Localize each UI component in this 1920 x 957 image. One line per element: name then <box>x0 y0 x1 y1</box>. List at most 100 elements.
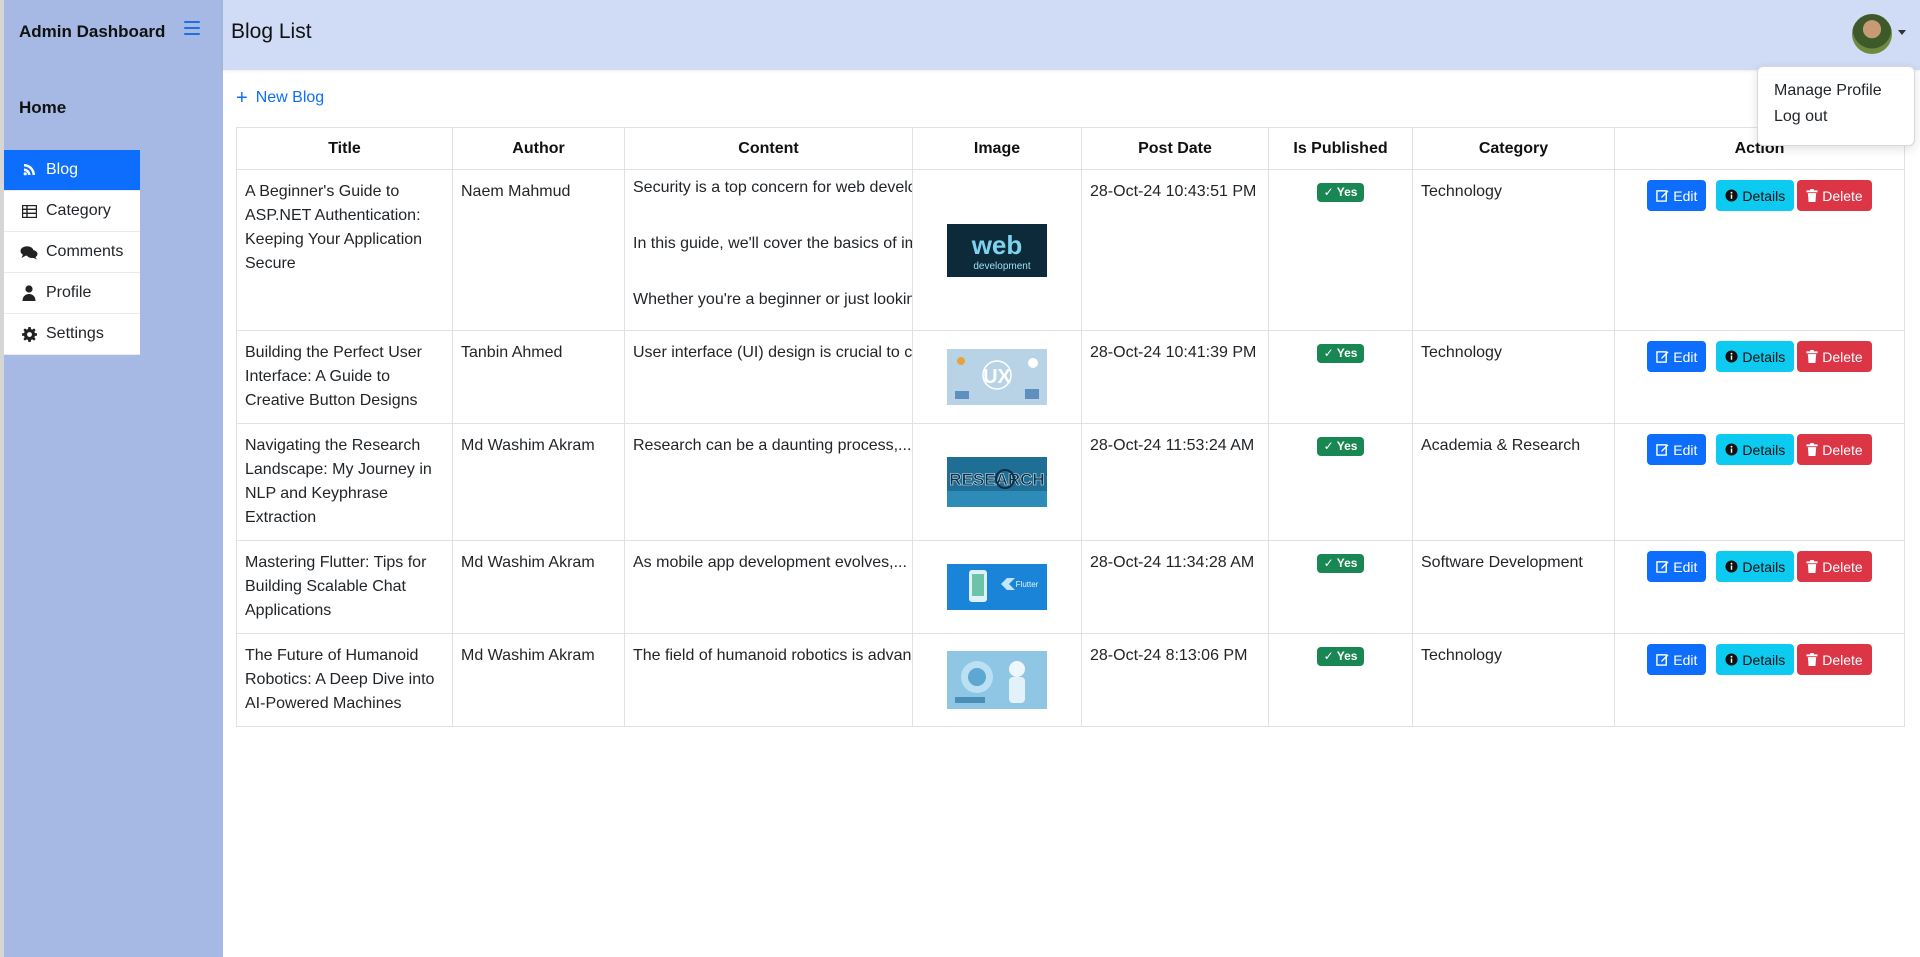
sidebar-item-comments[interactable]: Comments <box>4 232 140 273</box>
svg-text:UX: UX <box>983 366 1011 388</box>
svg-text:Flutter: Flutter <box>1016 580 1039 589</box>
sidebar-home-link[interactable]: Home <box>19 98 66 118</box>
sidebar-item-profile[interactable]: Profile <box>4 273 140 314</box>
column-header: Author <box>452 127 625 170</box>
trash-icon <box>1806 189 1818 202</box>
edit-icon <box>1656 560 1669 573</box>
svg-text:development: development <box>973 261 1030 272</box>
content-line: In this guide, we'll cover the basics of… <box>633 235 913 252</box>
content-line: Whether you're a beginner or just lookin <box>633 291 913 308</box>
info-icon <box>1725 189 1738 202</box>
cell-title: Mastering Flutter: Tips for Building Sca… <box>236 540 453 634</box>
edit-button[interactable]: Edit <box>1647 434 1707 465</box>
cell-published: ✓ Yes <box>1268 540 1413 634</box>
cell-actions: Edit Details Delete <box>1614 423 1905 541</box>
edit-icon <box>1656 189 1669 202</box>
sidebar-item-blog[interactable]: Blog <box>4 150 140 191</box>
details-button[interactable]: Details <box>1716 551 1795 582</box>
cell-published: ✓ Yes <box>1268 633 1413 727</box>
column-header: Content <box>624 127 913 170</box>
cell-author: Tanbin Ahmed <box>452 330 625 424</box>
cell-author: Naem Mahmud <box>452 169 625 331</box>
cell-title: The Future of Humanoid Robotics: A Deep … <box>236 633 453 727</box>
edit-button[interactable]: Edit <box>1647 644 1707 675</box>
cell-published: ✓ Yes <box>1268 169 1413 331</box>
table-icon <box>20 203 38 219</box>
ux-thumbnail: UX <box>947 349 1047 405</box>
edit-button[interactable]: Edit <box>1647 551 1707 582</box>
content-line: Security is a top concern for web develo <box>633 179 913 196</box>
cell-content: User interface (UI) design is crucial to… <box>624 330 913 424</box>
user-icon <box>20 285 38 301</box>
cell-image: RESEARCH <box>912 423 1082 541</box>
column-header: Is Published <box>1268 127 1413 170</box>
delete-button[interactable]: Delete <box>1797 434 1872 465</box>
cell-author: Md Washim Akram <box>452 633 625 727</box>
cell-post-date: 28-Oct-24 8:13:06 PM <box>1081 633 1269 727</box>
details-button[interactable]: Details <box>1716 434 1795 465</box>
cell-content: Security is a top concern for web develo… <box>624 169 913 331</box>
logout-link[interactable]: Log out <box>1758 105 1914 131</box>
column-header: Title <box>236 127 453 170</box>
menu-toggle-icon[interactable] <box>184 21 200 37</box>
cell-content: As mobile app development evolves,... <box>624 540 913 634</box>
table-header-row: Title Author Content Image Post Date Is … <box>236 127 1905 170</box>
table-row: A Beginner's Guide to ASP.NET Authentica… <box>236 169 1905 331</box>
comments-icon <box>20 244 38 260</box>
cell-author: Md Washim Akram <box>452 423 625 541</box>
edit-button[interactable]: Edit <box>1647 180 1707 211</box>
content-line: As mobile app development evolves,... <box>633 554 907 571</box>
details-button[interactable]: Details <box>1716 180 1795 211</box>
avatar[interactable] <box>1852 14 1892 54</box>
sidebar: Admin Dashboard Home Blog Category Comme… <box>0 0 223 957</box>
edit-button[interactable]: Edit <box>1647 341 1707 372</box>
published-badge: ✓ Yes <box>1316 183 1365 202</box>
cell-content: Research can be a daunting process,... <box>624 423 913 541</box>
blog-icon <box>20 162 38 178</box>
cell-category: Technology <box>1412 330 1615 424</box>
cell-title: A Beginner's Guide to ASP.NET Authentica… <box>236 169 453 331</box>
top-header: Blog List <box>223 0 1920 70</box>
column-header: Category <box>1412 127 1615 170</box>
manage-profile-link[interactable]: Manage Profile <box>1758 79 1914 105</box>
sidebar-item-label: Profile <box>46 284 92 301</box>
cell-content: The field of humanoid robotics is advan <box>624 633 913 727</box>
cell-image <box>912 633 1082 727</box>
flutter-thumbnail: Flutter <box>947 564 1047 610</box>
cell-category: Technology <box>1412 633 1615 727</box>
profile-dropdown: Manage Profile Log out <box>1757 66 1915 146</box>
delete-button[interactable]: Delete <box>1797 551 1872 582</box>
cell-category: Academia & Research <box>1412 423 1615 541</box>
details-button[interactable]: Details <box>1716 341 1795 372</box>
cell-post-date: 28-Oct-24 10:43:51 PM <box>1081 169 1269 331</box>
cell-image: UX <box>912 330 1082 424</box>
cell-title: Building the Perfect User Interface: A G… <box>236 330 453 424</box>
cell-post-date: 28-Oct-24 11:34:28 AM <box>1081 540 1269 634</box>
cell-author: Md Washim Akram <box>452 540 625 634</box>
details-button[interactable]: Details <box>1716 644 1795 675</box>
sidebar-item-category[interactable]: Category <box>4 191 140 232</box>
cell-post-date: 28-Oct-24 11:53:24 AM <box>1081 423 1269 541</box>
delete-button[interactable]: Delete <box>1797 341 1872 372</box>
new-blog-button[interactable]: + New Blog <box>236 88 324 108</box>
column-header: Image <box>912 127 1082 170</box>
published-badge: ✓ Yes <box>1316 647 1365 666</box>
web-development-thumbnail: web development <box>947 223 1047 277</box>
table-row: Building the Perfect User Interface: A G… <box>236 330 1905 424</box>
sidebar-item-settings[interactable]: Settings <box>4 314 140 355</box>
chevron-down-icon[interactable] <box>1898 30 1906 35</box>
published-badge: ✓ Yes <box>1316 554 1365 573</box>
delete-button[interactable]: Delete <box>1797 180 1872 211</box>
published-badge: ✓ Yes <box>1316 344 1365 363</box>
sidebar-item-label: Blog <box>46 161 79 178</box>
column-header: Post Date <box>1081 127 1269 170</box>
table-row: Navigating the Research Landscape: My Jo… <box>236 423 1905 541</box>
published-badge: ✓ Yes <box>1316 437 1365 456</box>
edit-icon <box>1656 350 1669 363</box>
info-icon <box>1725 653 1738 666</box>
info-icon <box>1725 560 1738 573</box>
delete-button[interactable]: Delete <box>1797 644 1872 675</box>
cell-category: Software Development <box>1412 540 1615 634</box>
table-row: The Future of Humanoid Robotics: A Deep … <box>236 633 1905 727</box>
blog-table: Title Author Content Image Post Date Is … <box>236 127 1905 727</box>
